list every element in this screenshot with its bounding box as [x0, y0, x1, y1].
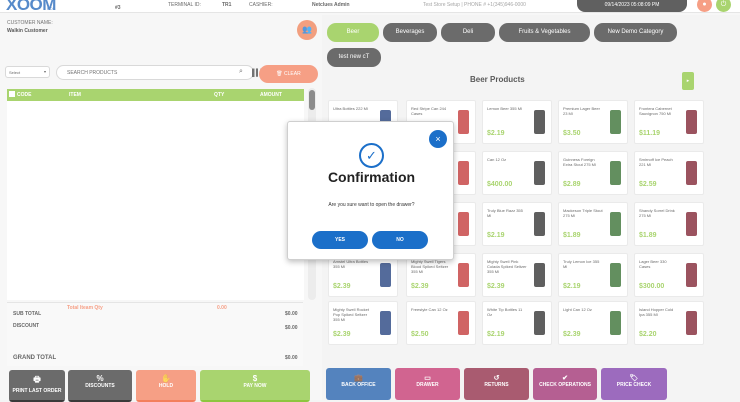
dialog-title: Confirmation [327, 169, 416, 185]
no-button[interactable]: NO [372, 231, 428, 249]
close-icon[interactable]: × [429, 130, 447, 148]
dialog-message: Are you sure want to open the drawer? [328, 202, 415, 208]
check-circle-icon: ✓ [359, 143, 384, 168]
yes-button[interactable]: YES [312, 231, 368, 249]
confirmation-dialog: × ✓ Confirmation Are you sure want to op… [287, 121, 454, 260]
